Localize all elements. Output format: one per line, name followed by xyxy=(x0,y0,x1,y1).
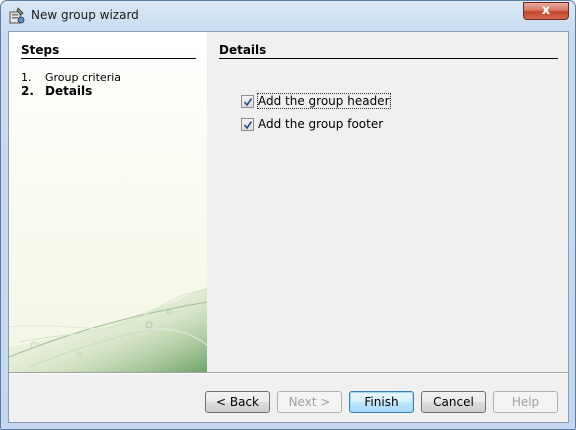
checkmark-icon xyxy=(243,98,253,107)
title-bar[interactable]: New group wizard x xyxy=(1,1,575,31)
steps-panel: Steps 1. Group criteria 2. Details xyxy=(9,32,207,372)
steps-title: Steps xyxy=(21,43,60,57)
add-group-footer-label[interactable]: Add the group footer xyxy=(258,117,383,131)
checkmark-icon xyxy=(243,121,253,130)
wizard-client-area: Steps 1. Group criteria 2. Details Detai… xyxy=(8,31,569,423)
wizard-app-icon xyxy=(9,7,25,24)
details-title-rule xyxy=(219,58,558,59)
back-button[interactable]: < Back xyxy=(205,391,270,413)
steps-title-rule xyxy=(21,58,196,59)
close-icon: x xyxy=(541,3,551,18)
details-title: Details xyxy=(219,43,267,57)
add-group-header-label[interactable]: Add the group header xyxy=(257,93,391,109)
step-label: Details xyxy=(45,84,93,98)
help-button[interactable]: Help xyxy=(493,391,558,413)
details-panel: Details Add the group header Add the gro… xyxy=(207,32,568,372)
step-number: 1. xyxy=(21,71,32,84)
step-label: Group criteria xyxy=(45,71,122,84)
add-group-header-checkbox[interactable] xyxy=(241,95,254,108)
window-title: New group wizard xyxy=(31,8,139,22)
decorative-swirl-graphic xyxy=(9,287,207,372)
step-number: 2. xyxy=(21,84,34,98)
next-button[interactable]: Next > xyxy=(277,391,342,413)
close-button[interactable]: x xyxy=(523,2,569,20)
add-group-footer-checkbox[interactable] xyxy=(241,118,254,131)
finish-button[interactable]: Finish xyxy=(349,391,414,413)
cancel-button[interactable]: Cancel xyxy=(421,391,486,413)
button-bar-separator xyxy=(9,372,568,374)
wizard-window: New group wizard x Steps 1. Group criter… xyxy=(0,0,576,430)
